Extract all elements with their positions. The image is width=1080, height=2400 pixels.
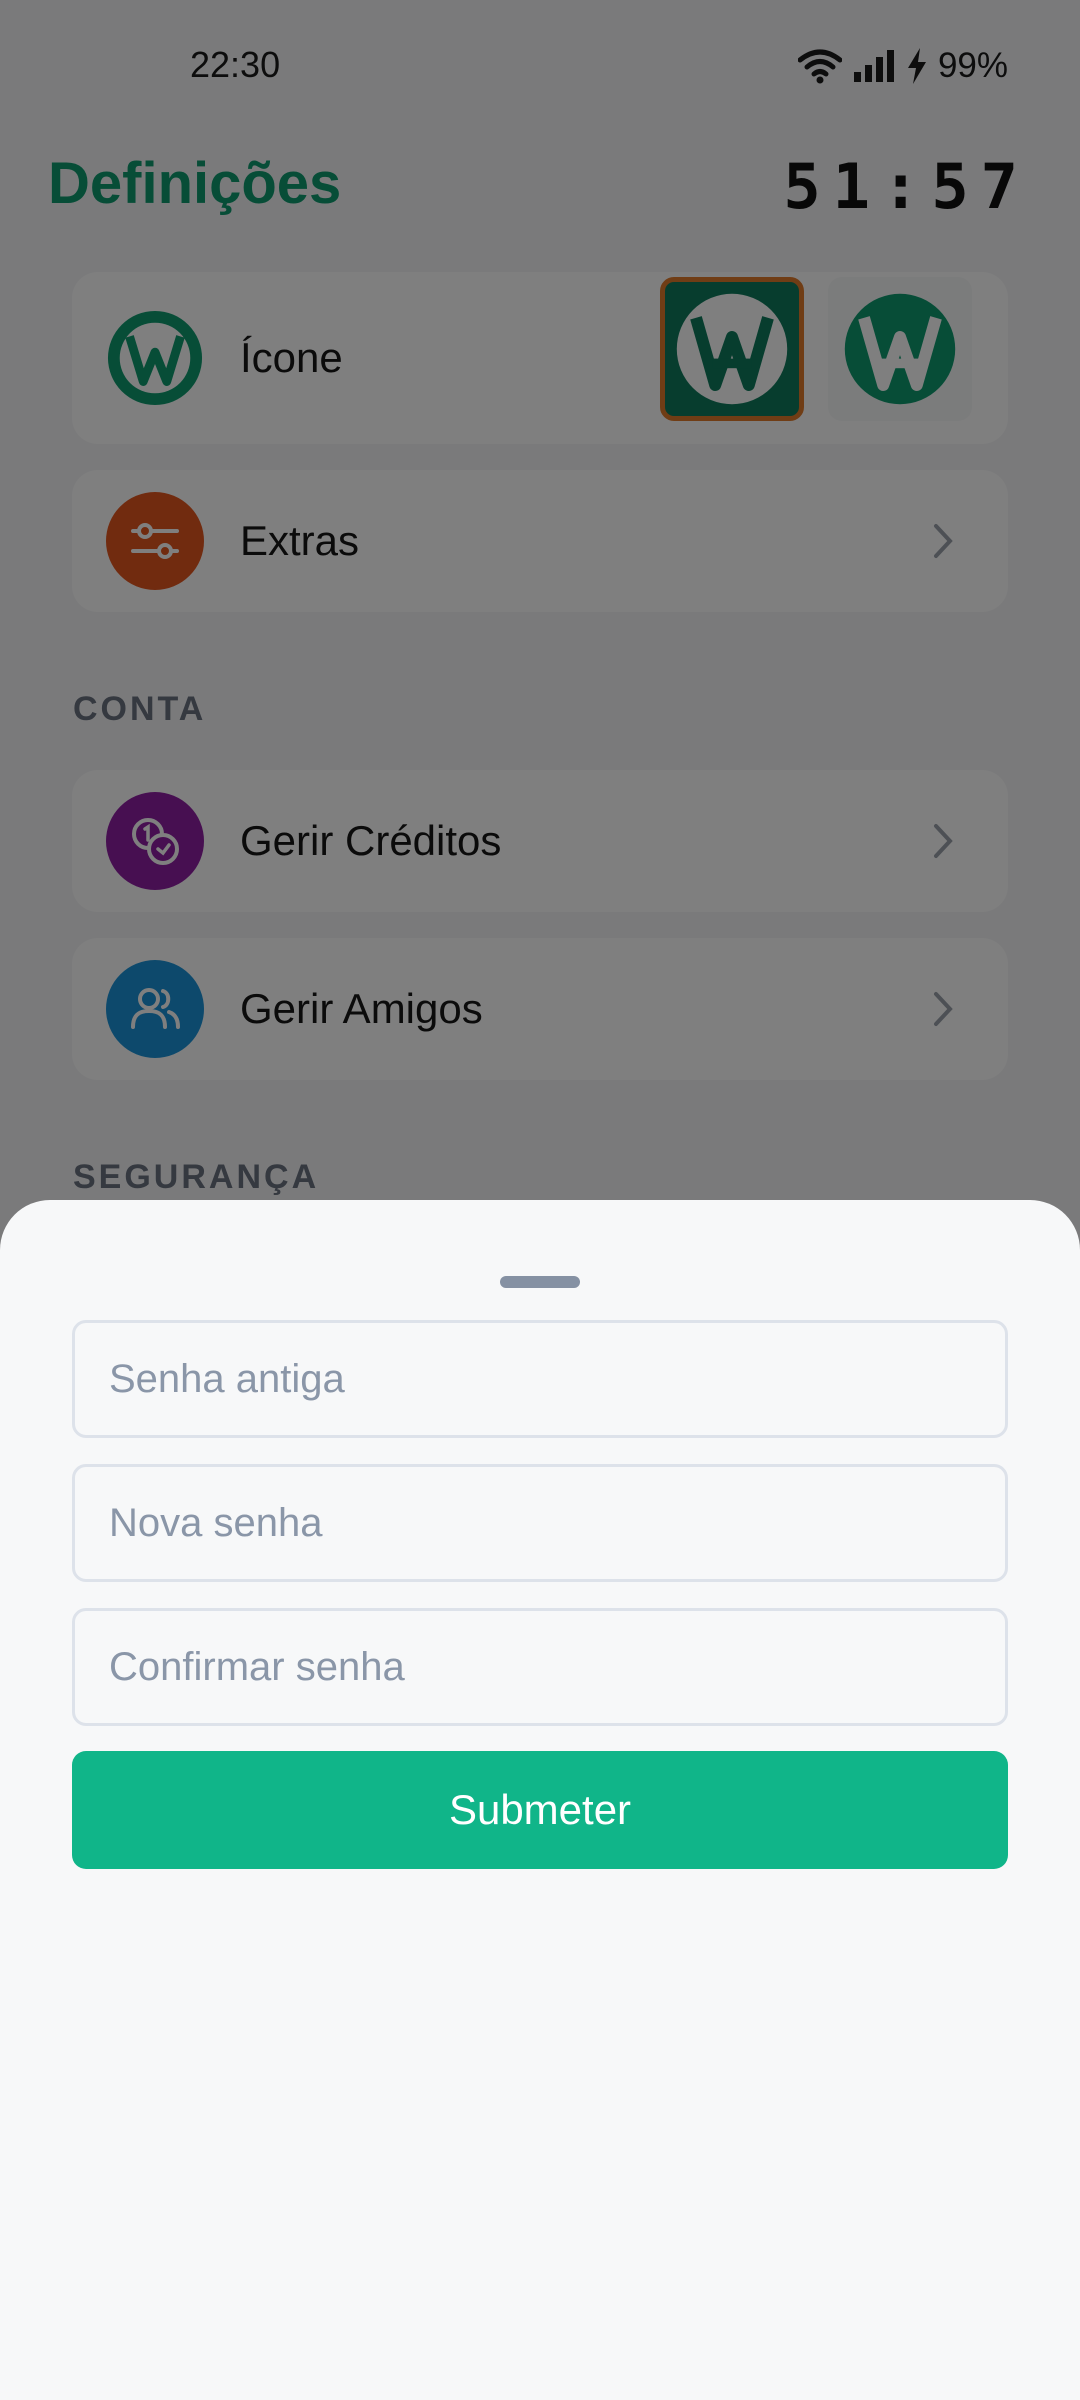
sheet-drag-handle[interactable]	[500, 1276, 580, 1288]
new-password-input[interactable]	[75, 1467, 1005, 1579]
old-password-field[interactable]	[72, 1320, 1008, 1438]
new-password-field[interactable]	[72, 1464, 1008, 1582]
change-password-sheet: Submeter	[0, 1200, 1080, 2400]
confirm-password-input[interactable]	[75, 1611, 1005, 1723]
old-password-input[interactable]	[75, 1323, 1005, 1435]
confirm-password-field[interactable]	[72, 1608, 1008, 1726]
submit-button[interactable]: Submeter	[72, 1751, 1008, 1869]
